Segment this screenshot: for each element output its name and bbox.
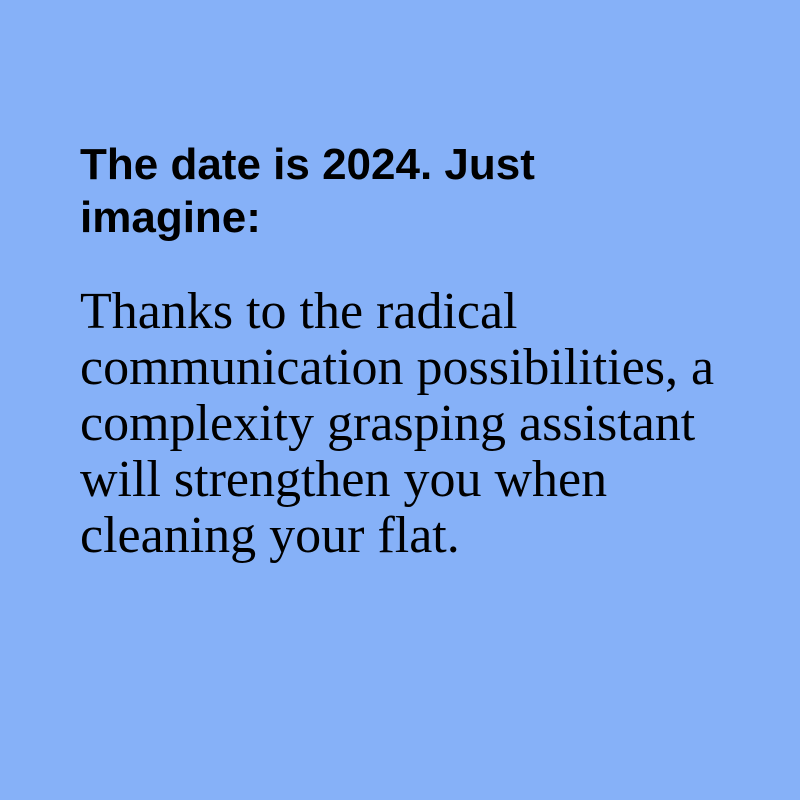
quote-card: The date is 2024. Just imagine: Thanks t… xyxy=(0,0,800,800)
quote-content: The date is 2024. Just imagine: Thanks t… xyxy=(80,138,720,564)
heading: The date is 2024. Just imagine: xyxy=(80,140,535,242)
body-text: Thanks to the radical communication poss… xyxy=(80,283,715,564)
